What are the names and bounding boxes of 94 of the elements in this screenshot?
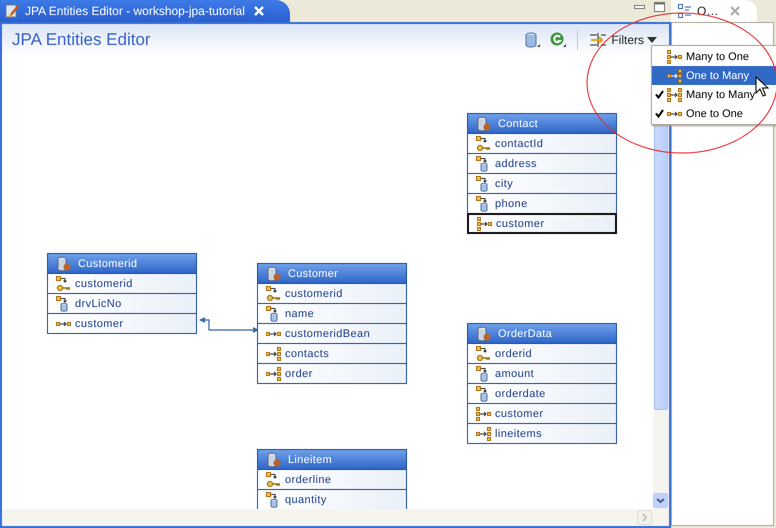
entity-header[interactable]: Contact (468, 114, 616, 133)
entity-icon (266, 452, 282, 468)
entity-icon (266, 266, 282, 282)
field-row[interactable]: orderid (468, 343, 616, 363)
entity-box[interactable]: OrderData orderid amount orderdate customer lineitems (467, 323, 617, 444)
field-row[interactable]: phone (468, 193, 616, 213)
entity-header[interactable]: Lineitem (258, 450, 406, 469)
many-to-one-icon (476, 216, 494, 232)
field-name: orderline (285, 474, 332, 486)
field-row[interactable]: customerid (258, 283, 406, 303)
field-name: order (285, 368, 313, 380)
field-name: customerid (75, 278, 133, 290)
caret-icon (647, 37, 657, 43)
field-row[interactable]: amount (468, 363, 616, 383)
menu-item[interactable]: Many to Many (652, 85, 776, 104)
maximize-icon[interactable] (654, 2, 666, 12)
entity-icon (476, 116, 492, 132)
field-name: customerid (285, 288, 343, 300)
field-row[interactable]: customer (48, 313, 196, 333)
entity-name: Contact (498, 118, 538, 130)
close-icon[interactable] (730, 6, 740, 16)
field-name: contactId (495, 138, 544, 150)
many-to-one-icon (475, 406, 493, 422)
field-name: orderid (495, 348, 532, 360)
entity-name: Lineitem (288, 454, 332, 466)
field-name: amount (495, 368, 534, 380)
relationship-connector (198, 317, 260, 335)
one-to-many-icon (475, 426, 493, 442)
field-name: lineitems (495, 428, 542, 440)
one-to-many-icon (265, 346, 283, 362)
field-row[interactable]: lineitems (468, 423, 616, 443)
key-icon (475, 346, 493, 362)
key-icon (265, 472, 283, 488)
field-name: drvLicNo (75, 298, 122, 310)
field-row[interactable]: customeridBean (258, 323, 406, 343)
field-name: quantity (285, 494, 327, 506)
field-row[interactable]: contactId (468, 133, 616, 153)
field-row[interactable]: customer (467, 213, 617, 234)
field-row[interactable]: name (258, 303, 406, 323)
many-to-one-icon (666, 48, 684, 64)
field-name: customeridBean (285, 328, 370, 340)
field-name: city (495, 178, 514, 190)
field-row[interactable]: quantity (258, 489, 406, 509)
field-row[interactable]: contacts (258, 343, 406, 363)
entity-box[interactable]: Customer customerid name customeridBean contacts order (257, 263, 407, 384)
field-row[interactable]: customer (468, 403, 616, 423)
one-to-many-icon (666, 68, 684, 84)
outline-icon (677, 3, 693, 19)
field-name: customer (75, 318, 124, 330)
entity-name: Customerid (78, 258, 138, 270)
key-icon (475, 136, 493, 152)
field-name: phone (495, 198, 528, 210)
entity-header[interactable]: Customer (258, 264, 406, 283)
menu-item[interactable]: Many to One (652, 47, 776, 66)
editor-title: JPA Entities Editor (12, 30, 152, 50)
entity-name: Customer (288, 268, 338, 280)
horizontal-scrollbar[interactable] (2, 509, 669, 526)
field-name: contacts (285, 348, 330, 360)
key-icon (55, 276, 73, 292)
one-to-many-icon (265, 366, 283, 382)
menu-item[interactable]: One to One (652, 104, 776, 123)
field-row[interactable]: address (468, 153, 616, 173)
field-name: orderdate (495, 388, 546, 400)
field-row[interactable]: orderline (258, 469, 406, 489)
editor-tab[interactable]: JPA Entities Editor - workshop-jpa-tutorial (0, 0, 290, 22)
mouse-pointer-icon (755, 76, 769, 98)
key-icon (265, 286, 283, 302)
minimize-icon[interactable] (634, 3, 646, 11)
entity-icon (476, 326, 492, 342)
entity-box[interactable]: Customerid customerid drvLicNo customer (47, 253, 197, 334)
editor-tab-icon (4, 3, 20, 19)
many-to-many-icon (666, 86, 684, 102)
field-row[interactable]: customerid (48, 273, 196, 293)
entity-box[interactable]: Lineitem orderline quantity (257, 449, 407, 509)
filters-button[interactable]: Filters (588, 32, 657, 48)
field-name: address (495, 158, 537, 170)
refresh-icon[interactable] (549, 31, 568, 49)
field-row[interactable]: order (258, 363, 406, 383)
entity-header[interactable]: Customerid (48, 254, 196, 273)
field-row[interactable]: city (468, 173, 616, 193)
field-row[interactable]: orderdate (468, 383, 616, 403)
entity-header[interactable]: OrderData (468, 324, 616, 343)
field-name: customer (496, 218, 544, 230)
scroll-down-icon[interactable] (653, 493, 668, 508)
field-name: customer (495, 408, 544, 420)
field-name: name (285, 308, 314, 320)
filter-icon (588, 32, 608, 48)
database-icon[interactable] (523, 31, 542, 49)
field-row[interactable]: drvLicNo (48, 293, 196, 313)
menu-item[interactable]: One to Many (652, 66, 776, 85)
editor-tab-title: JPA Entities Editor - workshop-jpa-tutorial (25, 4, 245, 18)
entity-box[interactable]: Contact contactId address city phone customer (467, 113, 617, 234)
entity-name: OrderData (498, 328, 552, 340)
entity-icon (56, 256, 72, 272)
